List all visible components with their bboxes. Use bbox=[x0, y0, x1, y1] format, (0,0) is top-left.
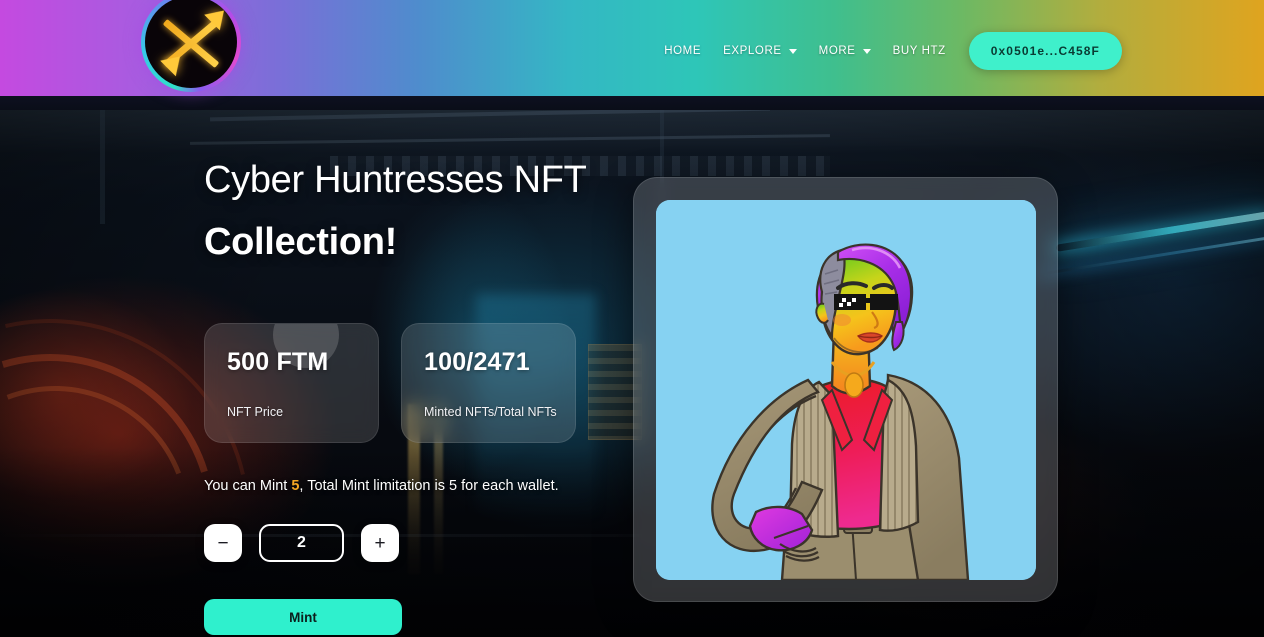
hero-content: Cyber Huntresses NFT Collection! 500 FTM… bbox=[204, 104, 587, 637]
nft-mint-page: HOME EXPLORE MORE BUY HTZ 0x0501e...C458… bbox=[0, 0, 1264, 637]
chevron-down-icon bbox=[862, 48, 871, 54]
quantity-input[interactable] bbox=[259, 524, 344, 562]
stat-label: NFT Price bbox=[227, 405, 284, 419]
mint-button[interactable]: Mint bbox=[204, 599, 402, 635]
nav-item-buy-htz[interactable]: BUY HTZ bbox=[882, 39, 957, 63]
nav-label: MORE bbox=[818, 45, 856, 57]
increment-button[interactable]: + bbox=[361, 524, 399, 562]
nav-label: HOME bbox=[664, 45, 702, 57]
stats-row: 500 FTM NFT Price 100/2471 Minted NFTs/T… bbox=[204, 323, 587, 443]
wallet-address-button[interactable]: 0x0501e...C458F bbox=[968, 32, 1122, 70]
mint-note-suffix: , Total Mint limitation is 5 for each wa… bbox=[299, 478, 559, 494]
support-column bbox=[100, 104, 105, 224]
neon-tube-light bbox=[1036, 234, 1264, 277]
page-title-line1: Cyber Huntresses NFT bbox=[204, 159, 587, 201]
stat-label: Minted NFTs/Total NFTs bbox=[424, 405, 557, 419]
decrement-button[interactable]: − bbox=[204, 524, 242, 562]
neon-tube-light bbox=[1055, 211, 1264, 252]
nav-item-home[interactable]: HOME bbox=[653, 39, 712, 63]
logo-inner-disc bbox=[145, 0, 237, 88]
hero-background-image bbox=[0, 104, 1264, 637]
page-title-line2: Collection! bbox=[204, 221, 398, 263]
chevron-down-icon bbox=[788, 48, 797, 54]
header-underline bbox=[0, 96, 1264, 110]
nav-item-explore[interactable]: EXPLORE bbox=[712, 39, 808, 63]
nft-preview-panel bbox=[633, 177, 1058, 602]
nav-item-more[interactable]: MORE bbox=[808, 39, 882, 63]
stat-card-price: 500 FTM NFT Price bbox=[204, 323, 379, 443]
mint-limitation-note: You can Mint 5, Total Mint limitation is… bbox=[204, 478, 587, 494]
quantity-stepper: − + bbox=[204, 524, 587, 562]
nav-label: EXPLORE bbox=[723, 45, 782, 57]
main-navigation: HOME EXPLORE MORE BUY HTZ 0x0501e...C458… bbox=[653, 32, 1122, 70]
nav-label: BUY HTZ bbox=[892, 45, 946, 57]
stat-card-minted: 100/2471 Minted NFTs/Total NFTs bbox=[401, 323, 576, 443]
floor-shadow bbox=[0, 447, 1264, 637]
stat-value: 100/2471 bbox=[424, 348, 530, 376]
nft-artwork bbox=[655, 199, 1036, 580]
mint-note-prefix: You can Mint bbox=[204, 478, 292, 494]
